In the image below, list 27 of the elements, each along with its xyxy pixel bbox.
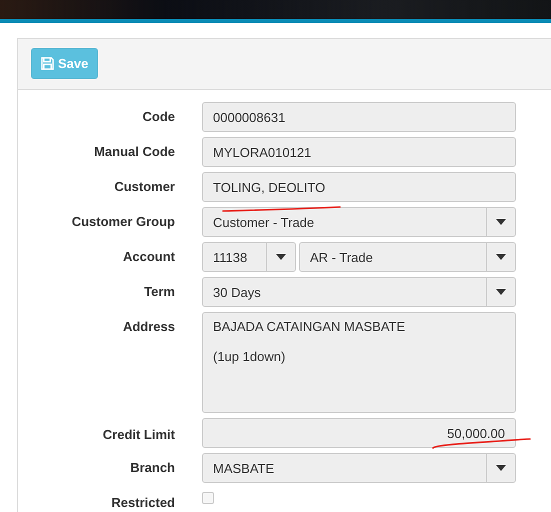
select-field[interactable]: MASBATE bbox=[202, 453, 516, 483]
field-label: Term bbox=[143, 283, 175, 301]
caret-icon bbox=[496, 219, 506, 225]
text-area[interactable]: BAJADA CATAINGAN MASBATE (1up 1down) bbox=[202, 312, 516, 413]
select-field[interactable]: AR - Trade bbox=[299, 242, 516, 272]
select-field[interactable]: 30 Days bbox=[202, 277, 516, 307]
caret-icon bbox=[276, 254, 286, 260]
checkbox[interactable] bbox=[202, 492, 214, 504]
field-label: Branch bbox=[129, 459, 175, 477]
field-label: Credit Limit bbox=[102, 426, 175, 444]
caret-icon bbox=[496, 289, 506, 295]
caret-icon bbox=[496, 465, 506, 471]
save-icon bbox=[41, 57, 54, 70]
text-field[interactable]: TOLING, DEOLITO bbox=[202, 172, 516, 202]
field-label: Customer bbox=[113, 178, 175, 196]
field-label: Code bbox=[142, 108, 175, 126]
number-field[interactable]: 50,000.00 bbox=[202, 418, 516, 448]
select-field[interactable]: 11138 bbox=[202, 242, 296, 272]
select-field[interactable]: Customer - Trade bbox=[202, 207, 516, 237]
field-label: Manual Code bbox=[93, 143, 175, 161]
text-field[interactable]: MYLORA010121 bbox=[202, 137, 516, 167]
field-label: Account bbox=[122, 248, 175, 266]
field-label: Restricted bbox=[110, 494, 175, 510]
text-field[interactable]: 0000008631 bbox=[202, 102, 516, 132]
caret-icon bbox=[496, 254, 506, 260]
field-label: Customer Group bbox=[70, 213, 175, 231]
field-label: Address bbox=[122, 318, 175, 336]
